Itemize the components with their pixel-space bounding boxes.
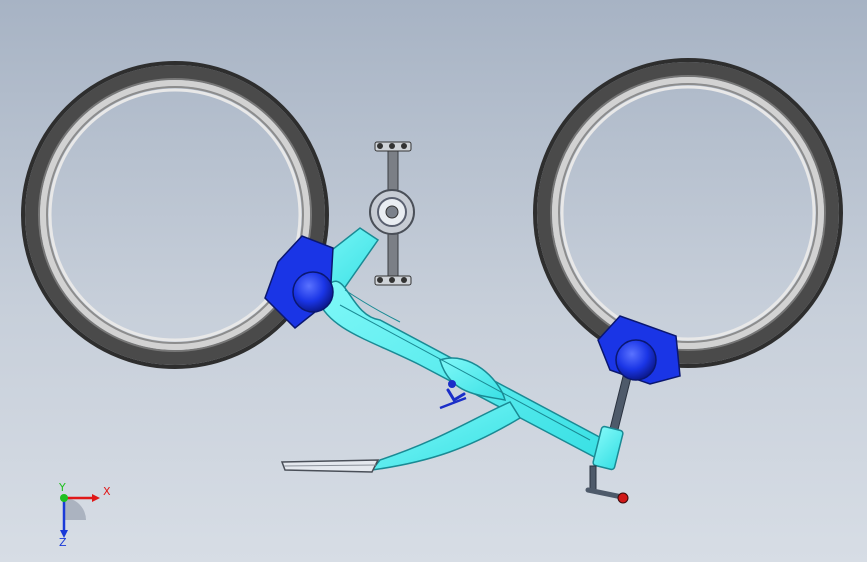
front-hub[interactable] [597,315,681,385]
x-arrow-icon [92,494,100,502]
handle-knob-icon[interactable] [617,492,629,504]
coordinate-triad: X Y Z [58,481,111,548]
triad-plane [64,498,86,520]
y-axis-dot [60,494,68,502]
x-axis-label: X [103,485,111,498]
crankset[interactable] [369,141,415,286]
y-axis-label: Y [58,481,66,494]
bike-model[interactable] [0,0,867,562]
graphics-viewport[interactable]: X Y Z [0,0,867,562]
rear-wheel[interactable] [21,61,329,369]
pedal-top[interactable] [374,141,412,152]
saddle[interactable] [280,459,380,473]
pedal-bottom[interactable] [374,275,412,286]
z-axis-label: Z [59,536,67,548]
front-wheel[interactable] [533,58,843,368]
